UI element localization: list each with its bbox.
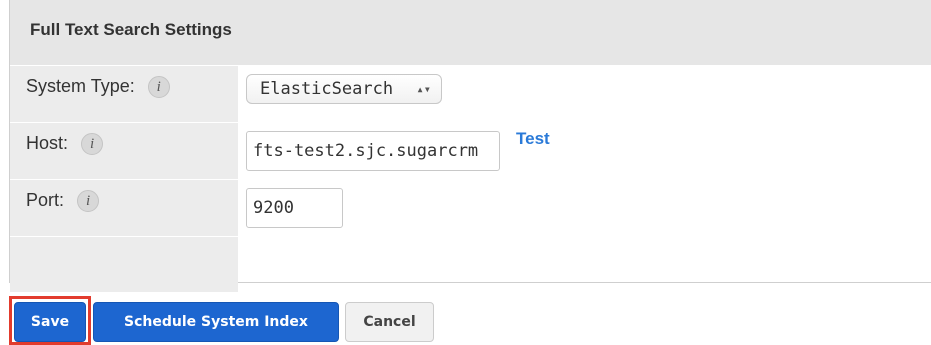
info-icon[interactable]: i [147, 76, 170, 99]
system-type-label-wrap: System Type: i [26, 76, 170, 99]
host-label: Host: [26, 133, 69, 153]
full-text-search-settings-panel: Full Text Search Settings System Type: i… [9, 0, 931, 292]
host-label-wrap: Host: i [26, 133, 104, 156]
label-cell: Host: i [10, 123, 238, 179]
test-link[interactable]: Test [516, 129, 550, 149]
port-row: Port: i 9200 [10, 179, 931, 236]
host-input[interactable]: fts-test2.sjc.sugarcrm [246, 131, 500, 171]
port-label-wrap: Port: i [26, 190, 100, 213]
info-icon[interactable]: i [81, 133, 104, 156]
select-arrows-icon: ▴▾ [416, 82, 431, 96]
cancel-button[interactable]: Cancel [345, 302, 434, 342]
label-cell [10, 237, 238, 292]
info-icon[interactable]: i [77, 190, 100, 213]
label-cell: Port: i [10, 180, 238, 236]
system-type-value: ElasticSearch [260, 79, 394, 99]
save-button[interactable]: Save [14, 302, 86, 342]
empty-row [10, 236, 931, 292]
panel-title: Full Text Search Settings [10, 0, 931, 65]
schedule-system-index-button[interactable]: Schedule System Index [93, 302, 339, 342]
label-cell: System Type: i [10, 66, 238, 122]
system-type-row: System Type: i ElasticSearch ▴▾ [10, 65, 931, 122]
host-row: Host: i fts-test2.sjc.sugarcrm Test [10, 122, 931, 179]
system-type-label: System Type: [26, 76, 135, 96]
port-label: Port: [26, 190, 65, 210]
system-type-select[interactable]: ElasticSearch ▴▾ [246, 74, 442, 104]
port-input[interactable]: 9200 [246, 188, 343, 228]
